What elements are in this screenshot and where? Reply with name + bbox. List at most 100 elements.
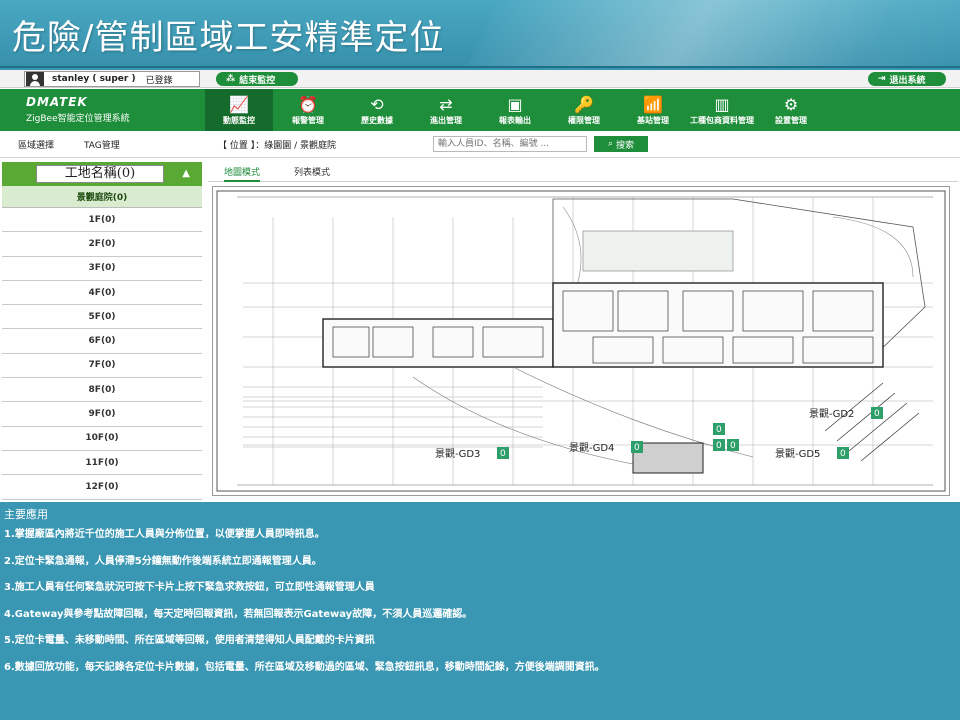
report-icon: ▣: [507, 94, 523, 114]
base-station-icon: 📶: [643, 94, 663, 114]
notes-title: 主要應用: [4, 508, 48, 521]
nav-item-label: 進出管理: [430, 115, 462, 125]
brand: DMATEK ZigBee智能定位管理系統: [26, 95, 130, 124]
search-icon: ⌕: [607, 139, 614, 149]
tab-map-mode[interactable]: 地圖模式: [224, 165, 261, 182]
tab-area-select[interactable]: 區域選擇: [18, 138, 54, 151]
floor-list: 1F(0) 2F(0) 3F(0) 4F(0) 5F(0) 6F(0) 7F(0) 8F(0)…: [2, 208, 202, 500]
building-west: [322, 318, 554, 368]
nav-item-label: 報表輸出: [499, 115, 531, 125]
floor-group[interactable]: 景觀庭院(0): [2, 186, 202, 208]
zone-count: 0: [634, 443, 640, 453]
note-item: 5.定位卡電量、未移動時間、所在區域等回報，使用者清楚得知人員配戴的卡片資訊: [4, 635, 375, 646]
nav-items: 📈 動態監控 ⏰ 報警管理 ⟲ 歷史數據 ⇄ 進出管理 ▣ 報表輸出 🔑 權限管理 📶 基站管理 ▥ 工種包商…: [205, 89, 826, 131]
app-window: stanley ( super ) 已登錄 ⁂ 結束監控 ⇥ 退出系統 DMAT…: [0, 70, 960, 502]
user-bar: stanley ( super ) 已登錄 ⁂ 結束監控 ⇥ 退出系統: [0, 70, 960, 88]
floor-item[interactable]: 8F(0): [2, 378, 202, 403]
search-button[interactable]: ⌕ 搜索: [594, 136, 648, 152]
nav-item-label: 動態監控: [223, 115, 255, 125]
stop-monitor-label: 結束監控: [239, 75, 276, 86]
location-breadcrumb: 【 位置 】：綠園園 / 景觀庭院: [218, 141, 336, 151]
user-name: stanley ( super ): [52, 74, 136, 84]
notes-list: 1.掌握廠區內將近千位的施工人員與分佈位置，以便掌握人員即時訊息。 2.定位卡緊急…: [4, 528, 954, 687]
building-east: [552, 282, 884, 368]
nav-item-settings[interactable]: ⚙ 設置管理: [757, 89, 825, 131]
nav-item-access[interactable]: ⇄ 進出管理: [412, 89, 480, 131]
floor-item[interactable]: 11F(0): [2, 451, 202, 476]
zone-label: 景觀-GD2: [809, 408, 854, 420]
header-decoration: [447, 0, 960, 66]
floor-item[interactable]: 12F(0): [2, 475, 202, 500]
nav-item-monitor[interactable]: 📈 動態監控: [205, 89, 273, 131]
note-item: 6.數據回放功能，每天記錄各定位卡片數據，包括電量、所在區域及移動過的區域、緊急…: [4, 661, 605, 673]
nav-item-contractor[interactable]: ▥ 工種包商資料管理: [688, 89, 756, 131]
slide-title: 危險/管制區域工安精準定位: [12, 18, 445, 58]
stop-icon: ⁂: [226, 74, 236, 84]
logout-button[interactable]: ⇥ 退出系統: [868, 72, 946, 86]
nav-item-permission[interactable]: 🔑 權限管理: [550, 89, 618, 131]
nav-item-report[interactable]: ▣ 報表輸出: [481, 89, 549, 131]
history-icon: ⟲: [370, 94, 384, 114]
settings-icon: ⚙: [783, 94, 799, 114]
header-divider: [0, 66, 960, 68]
brand-subtitle: ZigBee智能定位管理系統: [26, 114, 130, 124]
floor-item[interactable]: 9F(0): [2, 402, 202, 427]
floor-plan-map[interactable]: 景觀-GD3 0 景觀-GD4 0 景觀-GD5 0 景觀-GD2 0 0 0 0: [212, 186, 950, 496]
floor-item[interactable]: 4F(0): [2, 281, 202, 306]
floor-item[interactable]: 10F(0): [2, 427, 202, 451]
nav-item-label: 歷史數據: [361, 115, 393, 125]
collapse-caret-icon[interactable]: ▲: [182, 168, 190, 179]
login-status: 已登錄: [145, 75, 173, 86]
sidebar: 工地名稱(0) ▲ 景觀庭院(0) 1F(0) 2F(0) 3F(0) 4F(0) 5F…: [2, 162, 202, 500]
tag-count: 0: [730, 441, 736, 451]
structure-gd4: [632, 442, 704, 474]
nav-item-alarm[interactable]: ⏰ 報警管理: [274, 89, 342, 131]
floor-item[interactable]: 3F(0): [2, 257, 202, 281]
nav-item-label: 權限管理: [568, 115, 600, 125]
floor-item[interactable]: 7F(0): [2, 354, 202, 379]
logout-icon: ⇥: [878, 74, 886, 84]
zone-count: 0: [840, 449, 846, 459]
nav-item-label: 設置管理: [775, 115, 807, 125]
zone-count: 0: [874, 409, 880, 419]
nav-item-history[interactable]: ⟲ 歷史數據: [343, 89, 411, 131]
tab-list-mode[interactable]: 列表模式: [294, 165, 330, 178]
notes-section: 主要應用 1.掌握廠區內將近千位的施工人員與分佈位置，以便掌握人員即時訊息。 2.…: [4, 506, 954, 687]
monitor-icon: 📈: [229, 94, 249, 114]
zone-label: 景觀-GD3: [435, 448, 480, 460]
alarm-icon: ⏰: [298, 94, 318, 114]
floor-item[interactable]: 5F(0): [2, 305, 202, 330]
floor-plan-drawing: 景觀-GD3 0 景觀-GD4 0景觀-GD5 0景觀-GD2 000 0: [216, 190, 946, 492]
note-item: 3.施工人員有任何緊急狀況可按下卡片上按下緊急求救按鈕，可立即性通報管理人員: [4, 582, 375, 593]
user-icon: [26, 72, 44, 86]
search-input[interactable]: [433, 136, 587, 152]
slide-header: 危險/管制區域工安精準定位: [0, 0, 960, 66]
note-item: 2.定位卡緊急通報，人員停滯5分鐘無動作後端系統立即通報管理人員。: [4, 555, 322, 567]
stop-monitor-button[interactable]: ⁂ 結束監控: [216, 72, 298, 86]
user-info: stanley ( super ) 已登錄: [24, 71, 200, 87]
pool-area: [582, 230, 734, 272]
view-tabs: 地圖模式 列表模式: [208, 160, 958, 182]
sub-bar: 區域選擇 TAG管理 【 位置 】：綠園園 / 景觀庭院 ⌕ 搜索: [0, 132, 960, 158]
floor-item[interactable]: 2F(0): [2, 232, 202, 257]
nav-item-label: 基站管理: [637, 115, 669, 125]
nav-item-label: 工種包商資料管理: [690, 115, 754, 125]
floor-item[interactable]: 1F(0): [2, 208, 202, 233]
contractor-icon: ▥: [714, 94, 730, 114]
map-panel: 地圖模式 列表模式 景觀-GD3 0 景觀-GD4 0 景觀-GD5 0 景觀-…: [208, 160, 958, 502]
tag-count: 0: [716, 441, 722, 451]
site-header[interactable]: 工地名稱(0) ▲: [2, 162, 202, 186]
permission-icon: 🔑: [574, 94, 594, 114]
site-title: 工地名稱(0): [36, 165, 164, 183]
zone-label: 景觀-GD5: [775, 448, 820, 460]
zone-count: 0: [500, 449, 506, 459]
floor-item[interactable]: 6F(0): [2, 329, 202, 354]
nav-item-base-station[interactable]: 📶 基站管理: [619, 89, 687, 131]
search-button-label: 搜索: [616, 140, 635, 151]
logout-label: 退出系統: [889, 75, 926, 86]
note-item: 4.Gateway與參考點故障回報，每天定時回報資訊，若無回報表示Gateway…: [4, 608, 473, 620]
brand-name: DMATEK: [26, 95, 88, 109]
tag-count: 0: [716, 425, 722, 435]
tab-tag-management[interactable]: TAG管理: [84, 138, 120, 151]
nav-item-label: 報警管理: [292, 115, 324, 125]
